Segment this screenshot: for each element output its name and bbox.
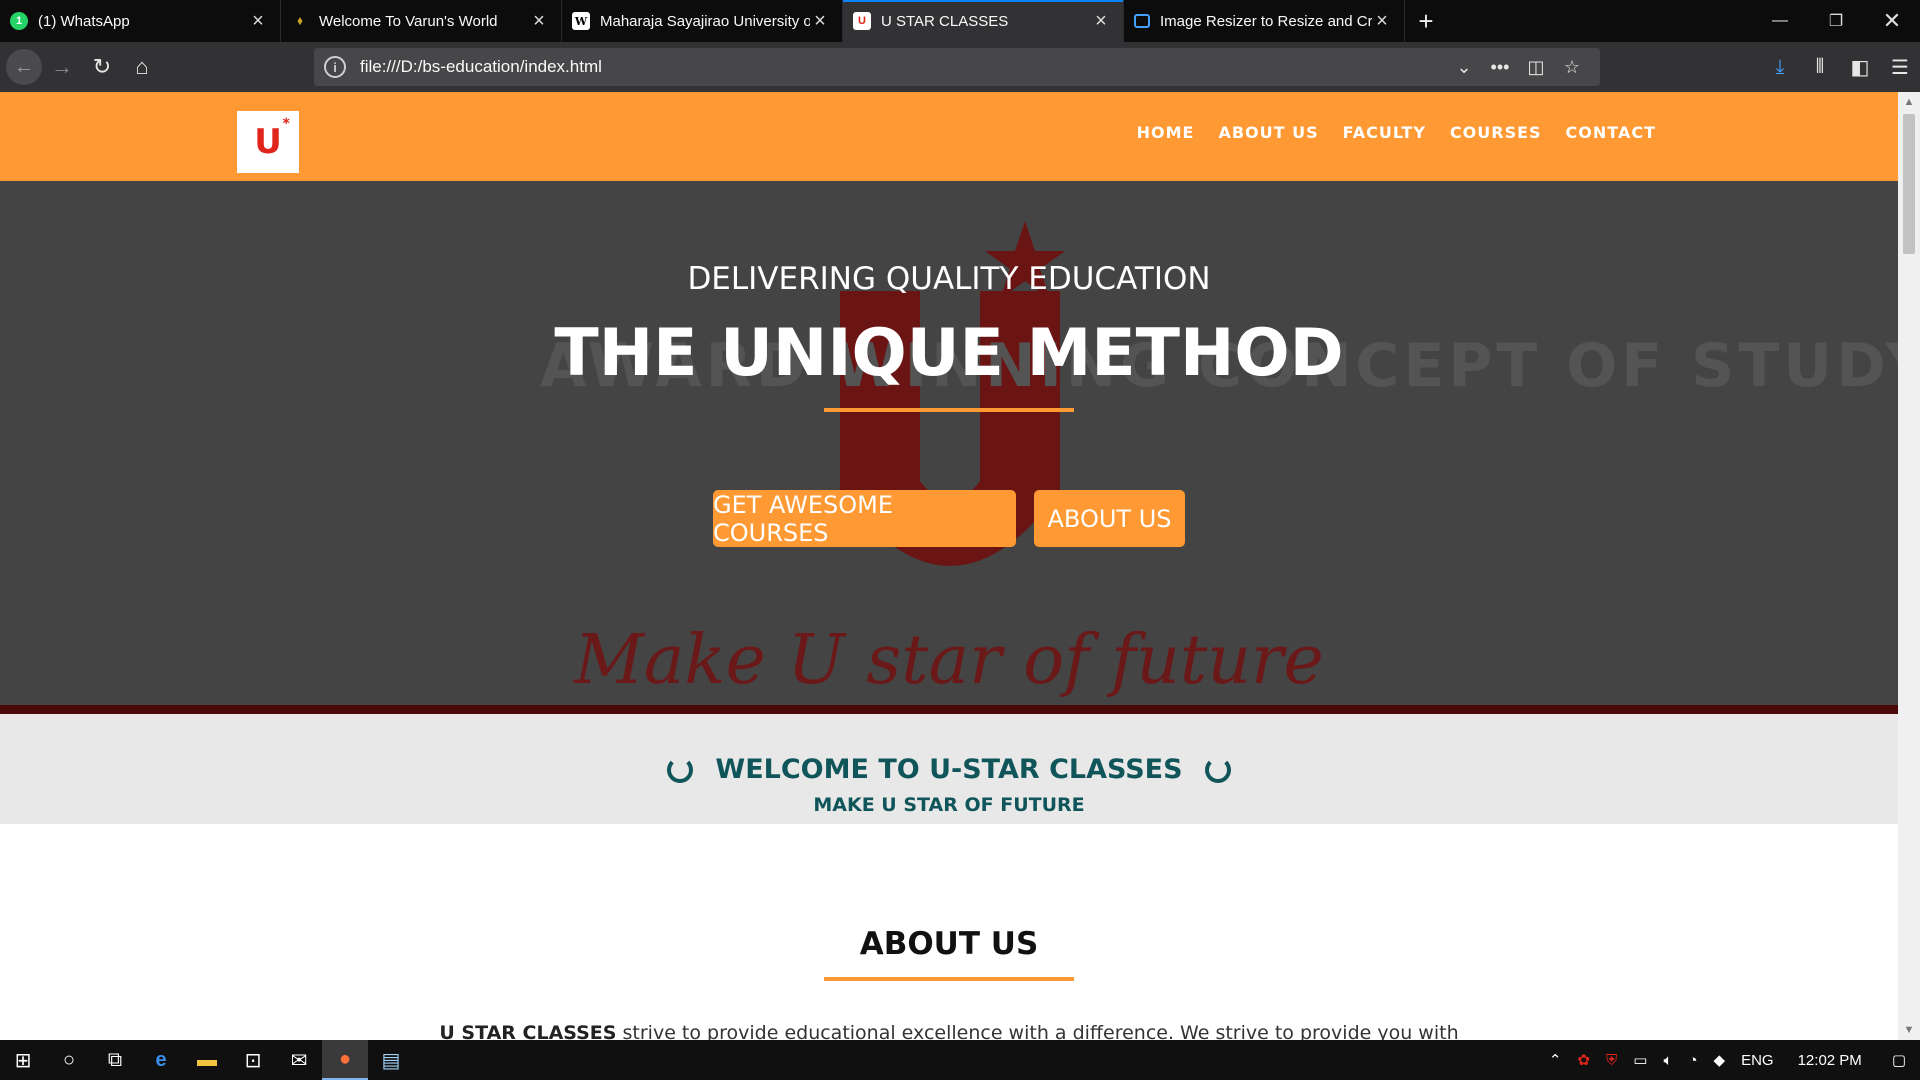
edge-icon[interactable]: e	[138, 1040, 184, 1080]
tab-varun[interactable]: ⬧ Welcome To Varun's World ×	[281, 0, 562, 42]
hero-section: AWARD WINNING CONCEPT OF STUDY MODEL Mak…	[0, 181, 1898, 714]
task-view-icon[interactable]: ⧉	[92, 1040, 138, 1080]
tab-whatsapp[interactable]: 1 (1) WhatsApp ×	[0, 0, 281, 42]
about-us-button[interactable]: ABOUT US	[1034, 490, 1185, 547]
clock[interactable]: 12:02 PM	[1782, 1052, 1878, 1069]
hero-title: THE UNIQUE METHOD	[554, 316, 1344, 391]
close-icon[interactable]: ×	[248, 10, 268, 33]
about-body: strive to provide educational excellence…	[616, 1022, 1459, 1040]
browser-toolbar: ← → ↻ ⌂ i file:///D:/bs-education/index.…	[0, 42, 1920, 92]
close-icon[interactable]: ×	[1372, 10, 1392, 33]
hero-subtitle: DELIVERING QUALITY EDUCATION	[687, 261, 1211, 297]
more-icon[interactable]: •••	[1482, 57, 1518, 78]
hero-tagline: Make U star of future	[574, 621, 1324, 700]
wikipedia-icon: W	[572, 12, 590, 30]
tab-title: Welcome To Varun's World	[319, 12, 498, 30]
app-tray-icon[interactable]: ✿	[1569, 1051, 1598, 1069]
bookmark-star-icon[interactable]: ☆	[1554, 57, 1590, 78]
shield-icon[interactable]: ⛨	[1598, 1052, 1625, 1069]
logo-text: U	[254, 116, 289, 162]
menu-faculty[interactable]: FACULTY	[1331, 123, 1438, 142]
menu-courses[interactable]: COURSES	[1438, 123, 1554, 142]
tab-title: (1) WhatsApp	[38, 12, 130, 30]
language-indicator[interactable]: ENG	[1733, 1052, 1782, 1069]
battery-icon[interactable]: ▭	[1625, 1051, 1655, 1069]
store-icon[interactable]: ⊡	[230, 1040, 276, 1080]
dropbox-icon[interactable]: ◆	[1706, 1051, 1734, 1069]
about-underline	[824, 977, 1074, 981]
system-tray: ⌃ ✿ ⛨ ▭ 🔈︎ ◔ ◆ ENG 12:02 PM ▢	[1541, 1040, 1920, 1080]
close-icon[interactable]: ×	[810, 10, 830, 33]
about-brand: U STAR CLASSES	[439, 1022, 617, 1040]
close-icon[interactable]: ×	[1091, 10, 1111, 33]
address-bar[interactable]: i file:///D:/bs-education/index.html ⌄ •…	[314, 48, 1600, 86]
scroll-up-icon[interactable]: ▲	[1898, 96, 1920, 108]
home-icon[interactable]: ⌂	[122, 47, 162, 87]
notifications-icon[interactable]: ▢	[1878, 1051, 1920, 1069]
firefox-icon[interactable]: ●	[322, 1040, 368, 1080]
sidebar-icon[interactable]: ◧	[1840, 55, 1880, 80]
right-toolbar: ⤓ ⫴ ◧ ☰	[1760, 42, 1920, 92]
menu-about-us[interactable]: ABOUT US	[1206, 123, 1330, 142]
mail-icon[interactable]: ✉	[276, 1040, 322, 1080]
search-circle-icon[interactable]: ○	[46, 1040, 92, 1080]
hero-underline	[824, 408, 1074, 412]
chevron-down-icon[interactable]: ⌄	[1446, 57, 1482, 78]
tab-msu[interactable]: W Maharaja Sayajirao University o ×	[562, 0, 843, 42]
get-courses-button[interactable]: GET AWESOME COURSES	[713, 490, 1016, 547]
page-viewport: U HOME ABOUT US FACULTY COURSES CONTACT …	[0, 92, 1898, 1040]
page-scrollbar[interactable]: ▲ ▼	[1898, 92, 1920, 1040]
tab-title: U STAR CLASSES	[881, 12, 1009, 30]
about-paragraph: U STAR CLASSES strive to provide educati…	[0, 1022, 1898, 1040]
about-heading: ABOUT US	[859, 926, 1039, 962]
taskbar: ⊞ ○ ⧉ e ▬ ⊡ ✉ ● ▤ ⌃ ✿ ⛨ ▭ 🔈︎ ◔ ◆ ENG 12:…	[0, 1040, 1920, 1080]
back-icon[interactable]: ←	[6, 49, 42, 85]
resizer-icon	[1134, 14, 1150, 28]
file-explorer-icon[interactable]: ▬	[184, 1040, 230, 1080]
wifi-icon[interactable]: ◔	[1680, 1052, 1705, 1069]
hero-bottom-bar	[0, 705, 1898, 714]
volume-icon[interactable]: 🔈︎	[1655, 1052, 1680, 1069]
forward-icon[interactable]: →	[42, 47, 82, 87]
menu-home[interactable]: HOME	[1125, 123, 1207, 142]
ustar-icon: U	[853, 12, 871, 30]
tab-ustar[interactable]: U U STAR CLASSES ×	[843, 0, 1124, 42]
welcome-section: WELCOME TO U-STAR CLASSES MAKE U STAR OF…	[0, 714, 1898, 824]
tab-resizer[interactable]: Image Resizer to Resize and Cr ×	[1124, 0, 1405, 42]
welcome-subtitle: MAKE U STAR OF FUTURE	[813, 794, 1085, 816]
tab-bar: 1 (1) WhatsApp × ⬧ Welcome To Varun's Wo…	[0, 0, 1920, 42]
welcome-heading: WELCOME TO U-STAR CLASSES	[0, 754, 1898, 785]
tab-title: Maharaja Sayajirao University o	[600, 12, 810, 30]
window-controls: — ❐ ✕	[1752, 0, 1920, 42]
menu-contact[interactable]: CONTACT	[1554, 123, 1668, 142]
scrollbar-thumb[interactable]	[1903, 114, 1915, 254]
spinner-icon	[1204, 756, 1231, 783]
varun-icon: ⬧	[297, 14, 303, 27]
url-text[interactable]: file:///D:/bs-education/index.html	[360, 57, 1446, 77]
tab-title: Image Resizer to Resize and Cr	[1160, 12, 1372, 30]
whatsapp-icon: 1	[10, 12, 28, 30]
notepad-icon[interactable]: ▤	[368, 1040, 414, 1080]
library-icon[interactable]: ⫴	[1800, 56, 1840, 79]
close-window-icon[interactable]: ✕	[1864, 0, 1920, 42]
site-header: U HOME ABOUT US FACULTY COURSES CONTACT	[0, 92, 1898, 181]
spinner-icon	[667, 756, 694, 783]
welcome-title-text: WELCOME TO U-STAR CLASSES	[715, 754, 1183, 785]
info-icon[interactable]: i	[324, 56, 346, 78]
new-tab-button[interactable]: +	[1405, 0, 1447, 42]
scroll-down-icon[interactable]: ▼	[1898, 1024, 1920, 1036]
windows-start-icon[interactable]: ⊞	[0, 1040, 46, 1080]
download-icon[interactable]: ⤓	[1760, 56, 1800, 79]
menu-icon[interactable]: ☰	[1880, 55, 1920, 80]
main-menu: HOME ABOUT US FACULTY COURSES CONTACT	[1125, 123, 1668, 142]
reload-icon[interactable]: ↻	[82, 47, 122, 87]
restore-icon[interactable]: ❐	[1808, 0, 1864, 42]
chevron-up-icon[interactable]: ⌃	[1541, 1051, 1570, 1069]
site-logo[interactable]: U	[237, 111, 299, 173]
close-icon[interactable]: ×	[529, 10, 549, 33]
minimize-icon[interactable]: —	[1752, 0, 1808, 42]
pocket-icon[interactable]: ◫	[1518, 57, 1554, 78]
